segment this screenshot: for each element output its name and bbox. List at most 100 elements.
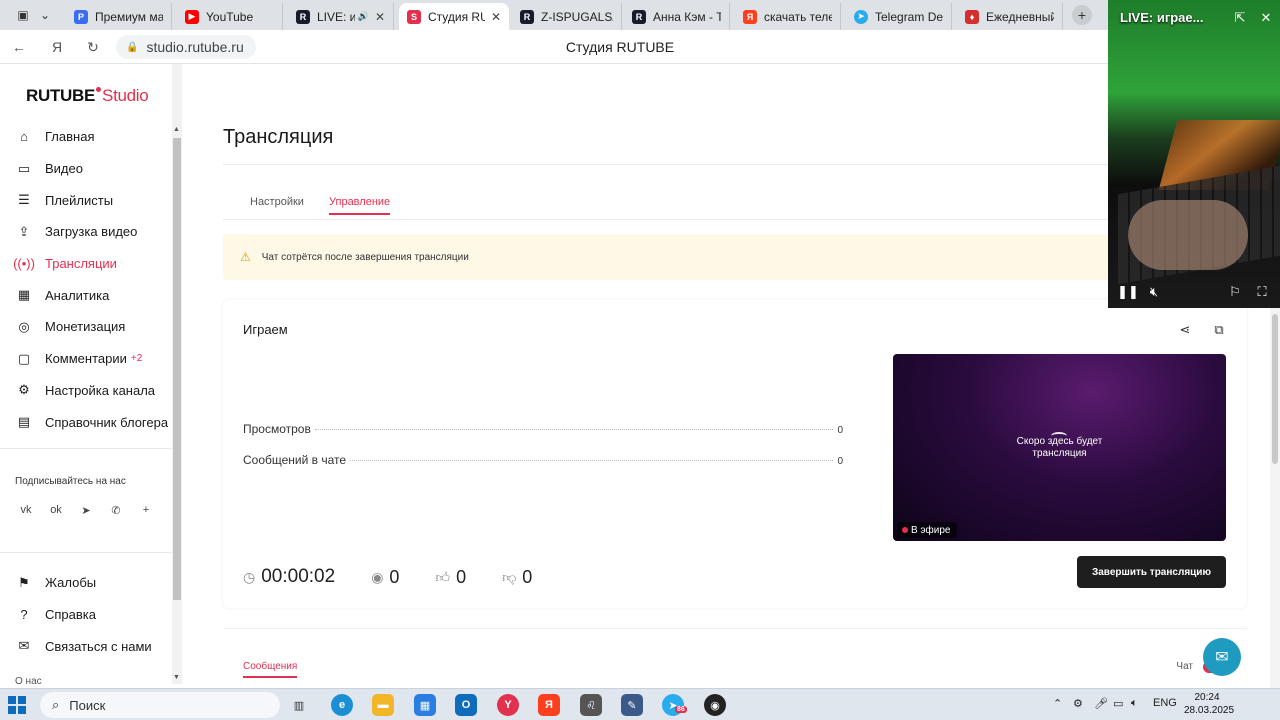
sidebar-scroll-thumb[interactable] bbox=[173, 138, 181, 600]
edge-icon[interactable]: e bbox=[331, 694, 353, 716]
title-divider bbox=[223, 164, 1263, 165]
sidebar-item-home[interactable]: ⌂ Главная bbox=[16, 121, 176, 153]
audio-playing-icon[interactable]: 🔊 bbox=[358, 11, 369, 22]
open-external-icon[interactable]: ⧉ bbox=[1211, 322, 1227, 338]
sidebar-item-upload[interactable]: ⇪ Загрузка видео bbox=[16, 216, 176, 248]
back-arrow-icon[interactable]: ← bbox=[10, 38, 28, 56]
dislikes-value: 0 bbox=[522, 566, 533, 587]
tab-settings[interactable]: Настройки bbox=[250, 196, 304, 208]
pip-fullscreen-icon[interactable]: ⛶ bbox=[1254, 284, 1270, 300]
browser-tab-z-ispugalsa[interactable]: R Z-ISPUGALSA bbox=[512, 3, 622, 30]
odnoklassniki-icon[interactable]: ok bbox=[48, 502, 64, 518]
sidebar-item-analytics[interactable]: ▦ Аналитика bbox=[16, 279, 176, 311]
browser-tab-title: Анна Кэм - Те bbox=[653, 9, 721, 24]
sidebar-item-help[interactable]: ? Справка bbox=[16, 599, 176, 631]
rutube-studio-favicon-icon: S bbox=[407, 9, 421, 24]
browser-tab-studio[interactable]: S Студия RUT ✕ bbox=[399, 3, 509, 30]
outlook-icon[interactable]: O bbox=[455, 694, 477, 716]
sidebar-item-monetization[interactable]: ◎ Монетизация bbox=[16, 311, 176, 343]
new-tab-plus-icon[interactable]: + bbox=[1072, 5, 1092, 25]
vk-icon[interactable]: vk bbox=[18, 502, 34, 518]
support-chat-icon[interactable]: ✉ bbox=[1203, 638, 1241, 676]
sidebar-menu: ⌂ Главная ▭ Видео ☰ Плейлисты ⇪ Загрузка… bbox=[13, 121, 176, 438]
rutube-studio-logo[interactable]: RUTUBE Studio bbox=[26, 86, 149, 106]
tab-management[interactable]: Управление bbox=[329, 196, 391, 215]
sidebar-item-blogger-guide[interactable]: ▤ Справочник блогера bbox=[16, 406, 176, 438]
language-indicator[interactable]: ENG bbox=[1153, 697, 1177, 709]
pip-bookmark-icon[interactable]: ⚐ bbox=[1227, 284, 1243, 300]
sidebar-item-contact[interactable]: ✉ Связаться с нами bbox=[16, 630, 176, 662]
lion-app-icon[interactable]: ♌ bbox=[580, 694, 602, 716]
volume-icon[interactable]: 🔈︎ bbox=[1131, 697, 1138, 710]
taskbar-clock[interactable]: 20:24 28.03.2025 bbox=[1184, 691, 1234, 717]
taskbar-search[interactable]: ⌕ Поиск bbox=[40, 692, 280, 718]
sidebar-item-playlists[interactable]: ☰ Плейлисты bbox=[16, 184, 176, 216]
stream-preview[interactable]: Скоро здесь будет трансляция В эфире bbox=[893, 354, 1226, 541]
browser-tab-title: скачать телег bbox=[764, 9, 832, 24]
sidebar-scrollbar[interactable]: ▲ ▼ bbox=[172, 64, 182, 684]
browser-tab-title: Студия RUT bbox=[428, 9, 485, 24]
notepad-icon[interactable]: ✎ bbox=[621, 694, 643, 716]
tab-messages[interactable]: Сообщения bbox=[243, 661, 298, 678]
task-view-icon[interactable]: ▥ bbox=[288, 694, 310, 716]
window-menu-icon[interactable]: ▣ bbox=[12, 4, 34, 26]
browser-tab-premium[interactable]: P Премиум мага bbox=[66, 3, 172, 30]
browser-tab-anna[interactable]: R Анна Кэм - Те bbox=[624, 3, 730, 30]
chat-warning-alert: ⚠ Чат сотрётся после завершения трансляц… bbox=[223, 234, 1263, 280]
rutube-favicon-icon: R bbox=[296, 9, 310, 24]
sidebar-item-video[interactable]: ▭ Видео bbox=[16, 153, 176, 185]
broadcast-tabs: Настройки Управление bbox=[223, 184, 1253, 220]
yandex-browser-icon[interactable]: Y bbox=[497, 694, 519, 716]
network-icon[interactable]: ▭ bbox=[1113, 697, 1123, 710]
video-icon: ▭ bbox=[17, 160, 31, 176]
file-explorer-icon[interactable]: ▬ bbox=[372, 694, 394, 716]
chat-toggle-label: Чат bbox=[1176, 661, 1193, 672]
pip-muted-icon[interactable]: 🔇︎ bbox=[1146, 284, 1162, 300]
browser-tab-daily[interactable]: ♦ Ежедневный bbox=[957, 3, 1063, 30]
reload-icon[interactable]: ↻ bbox=[84, 38, 102, 56]
share-icon[interactable]: ⋖ bbox=[1177, 322, 1193, 338]
sidebar-item-channel-settings[interactable]: ⚙ Настройка канала bbox=[16, 375, 176, 407]
browser-tab-yandex[interactable]: Я скачать телег bbox=[735, 3, 841, 30]
sidebar-bottom-menu: ⚑ Жалобы ? Справка ✉ Связаться с нами bbox=[16, 567, 176, 662]
browser-tab-youtube[interactable]: ▶ YouTube bbox=[177, 3, 283, 30]
obs-icon[interactable]: ◉ bbox=[704, 694, 726, 716]
url-field[interactable]: 🔒 studio.rutube.ru bbox=[116, 35, 256, 59]
browser-tab-strip: ▣ ⌄ P Премиум мага ▶ YouTube R LIVE: игр… bbox=[0, 0, 1280, 30]
sidebar-item-comments[interactable]: ▢ Комментарии +2 bbox=[16, 343, 176, 375]
pip-close-icon[interactable]: ✕ bbox=[1258, 10, 1274, 26]
plus-icon[interactable]: + bbox=[138, 502, 154, 518]
tray-overflow-chevron-icon[interactable]: ⌃ bbox=[1053, 697, 1062, 710]
shield-favicon-icon: ♦ bbox=[965, 9, 979, 24]
telegram-app-icon[interactable]: ➤ 86 bbox=[662, 694, 687, 716]
windows-taskbar: ⌕ Поиск ▥ e ▬ ▦ O Y Я ♌ ✎ ➤ 86 ◉ ⌃ ⚙ 🎤︎ ▭… bbox=[0, 688, 1280, 720]
yandex-icon[interactable]: Я bbox=[538, 694, 560, 716]
telegram-icon[interactable]: ➤ bbox=[78, 502, 94, 518]
end-broadcast-button[interactable]: Завершить трансляцию bbox=[1077, 556, 1226, 588]
search-icon: ⌕ bbox=[52, 697, 60, 712]
about-link[interactable]: О нас bbox=[15, 676, 42, 687]
likes-counter: 👍︎ 0 bbox=[435, 567, 466, 588]
pip-back-to-tab-icon[interactable]: ⇱ bbox=[1232, 10, 1248, 26]
close-tab-icon[interactable]: ✕ bbox=[375, 10, 385, 24]
sidebar-item-complaints[interactable]: ⚑ Жалобы bbox=[16, 567, 176, 599]
scroll-down-icon[interactable]: ▼ bbox=[173, 674, 180, 681]
microphone-icon[interactable]: 🎤︎ bbox=[1094, 697, 1108, 710]
sidebar-item-broadcasts[interactable]: ((•)) Трансляции bbox=[13, 248, 176, 280]
picture-in-picture-window[interactable]: LIVE: играе... ⇱ ✕ ❚❚ 🔇︎ ⚐ ⛶ bbox=[1108, 0, 1280, 308]
rutube-favicon-icon: R bbox=[632, 9, 646, 24]
browser-tab-telegram[interactable]: ➤ Telegram Desk bbox=[846, 3, 952, 30]
main-scroll-thumb[interactable] bbox=[1272, 314, 1278, 464]
browser-tab-live[interactable]: R LIVE: игр 🔊 ✕ bbox=[288, 3, 394, 30]
tab-list-chevron-icon[interactable]: ⌄ bbox=[34, 4, 56, 26]
logo-studio-text: Studio bbox=[102, 86, 149, 105]
windows-start-icon[interactable] bbox=[8, 696, 26, 714]
tray-app-icon[interactable]: ⚙ bbox=[1073, 697, 1083, 710]
scroll-up-icon[interactable]: ▲ bbox=[173, 126, 180, 133]
microsoft-store-icon[interactable]: ▦ bbox=[414, 694, 436, 716]
pip-pause-icon[interactable]: ❚❚ bbox=[1117, 284, 1139, 300]
viber-icon[interactable]: ✆ bbox=[108, 502, 124, 518]
youtube-favicon-icon: ▶ bbox=[185, 9, 199, 24]
yandex-home-icon[interactable]: Я bbox=[48, 38, 66, 56]
close-tab-icon[interactable]: ✕ bbox=[491, 10, 501, 24]
